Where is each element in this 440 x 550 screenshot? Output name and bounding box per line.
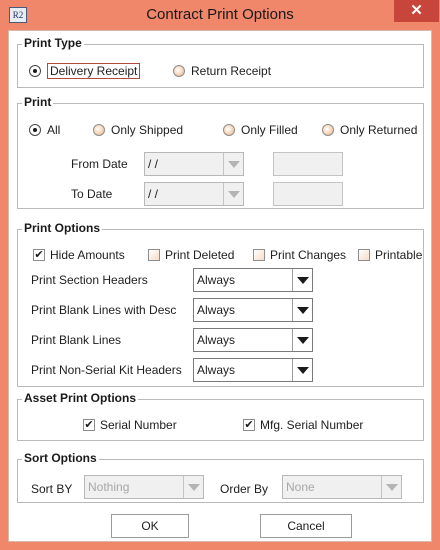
to-time-field[interactable] [273,182,343,206]
select-value: Always [197,303,236,317]
radio-only-filled[interactable]: Only Filled [223,122,298,138]
print-options-group: Print Options ✔ Hide Amounts Print Delet… [17,221,424,387]
radio-label: Only Shipped [111,123,184,137]
window-title: Contract Print Options [146,6,294,23]
checkbox-mfg-serial-number[interactable]: ✔ Mfg. Serial Number [243,417,363,433]
asset-print-options-title: Asset Print Options [22,391,139,405]
select-value: Always [197,273,236,287]
radio-label: Only Filled [241,123,298,137]
radio-indicator [93,124,105,136]
dialog-body: Print Type Delivery Receipt Return Recei… [8,30,432,542]
radio-indicator [322,124,334,136]
radio-label: Delivery Receipt [47,63,141,79]
print-options-title: Print Options [22,221,102,235]
chevron-down-icon[interactable] [223,153,243,175]
select-value: Nothing [88,480,130,494]
print-non-serial-kit-headers-label: Print Non-Serial Kit Headers [31,363,182,377]
from-time-field[interactable] [273,152,343,176]
order-by-select[interactable]: None [282,475,402,499]
radio-all[interactable]: All [29,122,60,138]
order-by-label: Order By [220,482,269,496]
cancel-button[interactable]: Cancel [260,514,352,538]
select-value: Always [197,333,236,347]
print-non-serial-kit-headers-select[interactable]: Always [193,358,313,382]
radio-indicator [223,124,235,136]
sort-by-label: Sort BY [31,482,73,496]
print-group: Print All Only Shipped Only Filled Only … [17,95,424,209]
check-indicator [148,249,160,261]
print-blank-lines-select[interactable]: Always [193,328,313,352]
dialog-window: R2 Contract Print Options ✕ Print Type D… [0,0,440,550]
checkbox-label: Hide Amounts [50,248,125,262]
chevron-down-icon[interactable] [381,476,401,498]
checkbox-print-changes[interactable]: Print Changes [253,247,346,263]
close-icon[interactable]: ✕ [394,0,439,22]
radio-label: Return Receipt [191,64,272,78]
check-indicator: ✔ [83,419,95,431]
print-type-title: Print Type [22,36,84,50]
checkbox-print-deleted[interactable]: Print Deleted [148,247,234,263]
chevron-down-icon[interactable] [292,269,312,291]
radio-delivery-receipt[interactable]: Delivery Receipt [29,63,141,79]
radio-indicator [29,124,41,136]
check-indicator: ✔ [243,419,255,431]
print-blank-lines-desc-select[interactable]: Always [193,298,313,322]
from-date-picker[interactable]: / / [144,152,244,176]
print-type-group: Print Type Delivery Receipt Return Recei… [17,36,424,88]
to-date-value: / / [148,187,159,201]
to-date-picker[interactable]: / / [144,182,244,206]
asset-print-options-group: Asset Print Options ✔ Serial Number ✔ Mf… [17,391,424,441]
to-date-label: To Date [71,187,113,201]
print-section-headers-select[interactable]: Always [193,268,313,292]
checkbox-label: Mfg. Serial Number [260,418,364,432]
print-blank-lines-desc-label: Print Blank Lines with Desc [31,303,177,317]
checkbox-printable[interactable]: Printable [358,247,422,263]
select-value: Always [197,363,236,377]
checkbox-label: Printable [375,248,423,262]
checkbox-label: Print Deleted [165,248,235,262]
radio-only-shipped[interactable]: Only Shipped [93,122,183,138]
radio-only-returned[interactable]: Only Returned [322,122,417,138]
radio-label: All [47,123,61,137]
print-title: Print [22,95,54,109]
checkbox-label: Print Changes [270,248,347,262]
check-indicator: ✔ [33,249,45,261]
radio-indicator [29,65,41,77]
from-date-value: / / [148,157,159,171]
sort-options-group: Sort Options Sort BY Nothing Order By No… [17,451,424,503]
chevron-down-icon[interactable] [292,329,312,351]
select-value: None [286,480,315,494]
title-bar[interactable]: R2 Contract Print Options ✕ [0,0,440,30]
chevron-down-icon[interactable] [292,299,312,321]
checkbox-hide-amounts[interactable]: ✔ Hide Amounts [33,247,125,263]
chevron-down-icon[interactable] [183,476,203,498]
checkbox-serial-number[interactable]: ✔ Serial Number [83,417,177,433]
sort-options-title: Sort Options [22,451,99,465]
ok-button[interactable]: OK [111,514,189,538]
from-date-label: From Date [71,157,128,171]
print-section-headers-label: Print Section Headers [31,273,148,287]
chevron-down-icon[interactable] [292,359,312,381]
radio-return-receipt[interactable]: Return Receipt [173,63,271,79]
chevron-down-icon[interactable] [223,183,243,205]
radio-indicator [173,65,185,77]
print-blank-lines-label: Print Blank Lines [31,333,122,347]
sort-by-select[interactable]: Nothing [84,475,204,499]
radio-label: Only Returned [340,123,418,137]
check-indicator [253,249,265,261]
checkbox-label: Serial Number [100,418,177,432]
check-indicator [358,249,370,261]
